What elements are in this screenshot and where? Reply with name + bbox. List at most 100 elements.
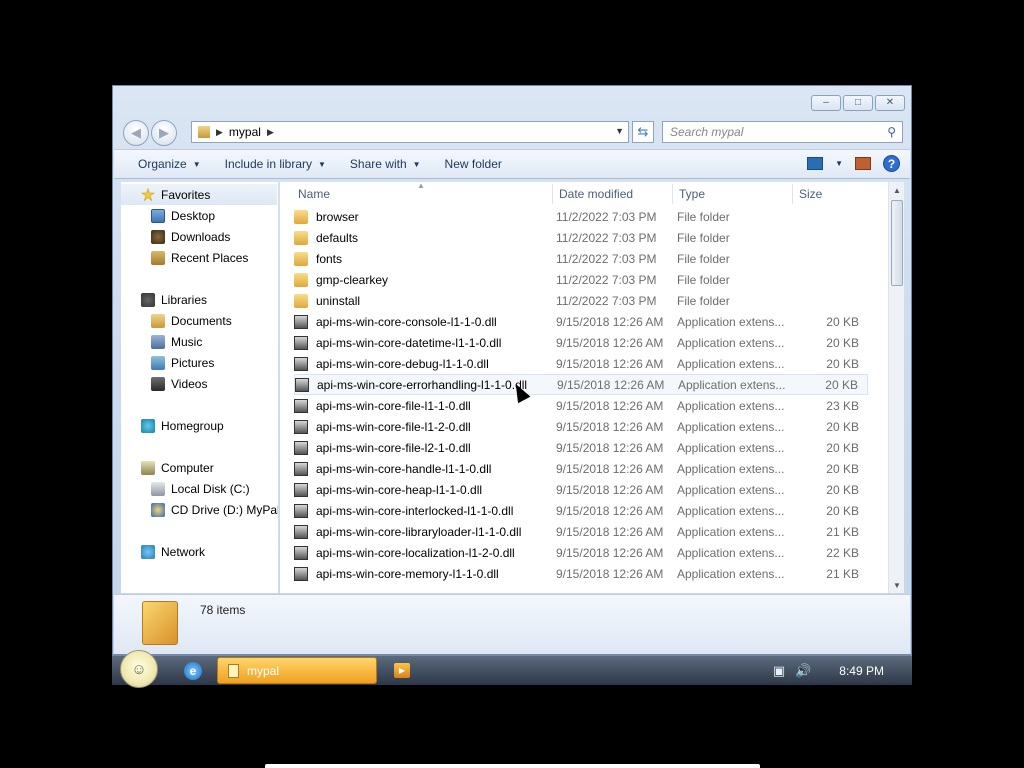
volume-icon[interactable]: 🔊 bbox=[795, 663, 811, 679]
dll-file-icon bbox=[294, 335, 308, 350]
table-row[interactable]: api-ms-win-core-file-l2-1-0.dll 9/15/2018… bbox=[294, 437, 868, 458]
chevron-down-icon[interactable]: ▼ bbox=[835, 159, 843, 168]
column-type[interactable]: Type bbox=[679, 187, 705, 201]
file-type: Application extens... bbox=[677, 566, 785, 581]
table-row[interactable]: api-ms-win-core-libraryloader-l1-1-0.dll… bbox=[294, 521, 868, 542]
file-date: 11/2/2022 7:03 PM bbox=[556, 209, 657, 224]
nav-label: Homegroup bbox=[161, 418, 224, 433]
table-row[interactable]: api-ms-win-core-heap-l1-1-0.dll 9/15/2018… bbox=[294, 479, 868, 500]
address-dropdown-icon[interactable]: ▼ bbox=[615, 126, 624, 136]
nav-videos[interactable]: Videos bbox=[151, 373, 207, 394]
nav-label: Libraries bbox=[161, 292, 208, 307]
table-row[interactable]: uninstall 11/2/2022 7:03 PM File folder bbox=[294, 290, 868, 311]
nav-pictures[interactable]: Pictures bbox=[151, 352, 214, 373]
file-name: defaults bbox=[316, 230, 359, 245]
column-size[interactable]: Size bbox=[799, 187, 822, 201]
restore-button[interactable]: □ bbox=[843, 95, 873, 111]
file-type: Application extens... bbox=[677, 482, 785, 497]
back-button[interactable]: ◀ bbox=[123, 120, 149, 146]
preview-pane-icon[interactable] bbox=[855, 157, 871, 170]
dll-file-icon bbox=[294, 440, 308, 455]
minimize-button[interactable]: – bbox=[811, 95, 841, 111]
help-icon[interactable]: ? bbox=[883, 155, 900, 172]
scrollbar-thumb[interactable] bbox=[891, 200, 903, 286]
table-row[interactable]: api-ms-win-core-debug-l1-1-0.dll 9/15/201… bbox=[294, 353, 868, 374]
network-tray-icon[interactable]: ▣ bbox=[773, 663, 785, 679]
table-row[interactable]: fonts 11/2/2022 7:03 PM File folder bbox=[294, 248, 868, 269]
breadcrumb-mypal[interactable]: mypal bbox=[229, 125, 261, 139]
internet-explorer-icon[interactable]: e bbox=[184, 662, 202, 680]
include-in-library-button[interactable]: Include in library ▼ bbox=[225, 157, 326, 171]
address-row: ◀ ▶ ▶ mypal ▶ ▼ ⇆ Search mypal ⚲ bbox=[121, 119, 905, 146]
file-date: 9/15/2018 12:26 AM bbox=[556, 356, 664, 371]
title-bar[interactable]: – □ ✕ bbox=[113, 86, 911, 118]
column-divider[interactable] bbox=[552, 184, 553, 204]
scroll-down-icon[interactable]: ▼ bbox=[889, 577, 905, 593]
media-player-icon[interactable]: ▶ bbox=[394, 663, 410, 678]
file-type: Application extens... bbox=[677, 545, 785, 560]
folder-icon bbox=[294, 230, 308, 245]
share-with-button[interactable]: Share with ▼ bbox=[350, 157, 421, 171]
column-divider[interactable] bbox=[792, 184, 793, 204]
change-view-icon[interactable] bbox=[807, 157, 824, 170]
close-button[interactable]: ✕ bbox=[875, 95, 905, 111]
nav-local-disk[interactable]: Local Disk (C:) bbox=[151, 478, 250, 499]
file-name: api-ms-win-core-localization-l1-2-0.dll bbox=[316, 545, 515, 560]
new-folder-button[interactable]: New folder bbox=[445, 157, 502, 171]
file-date: 9/15/2018 12:26 AM bbox=[556, 566, 664, 581]
search-input[interactable]: Search mypal ⚲ bbox=[662, 121, 903, 143]
sort-ascending-icon: ▲ bbox=[417, 182, 425, 190]
column-name[interactable]: Name bbox=[298, 187, 330, 201]
table-row[interactable]: defaults 11/2/2022 7:03 PM File folder bbox=[294, 227, 868, 248]
file-date: 9/15/2018 12:26 AM bbox=[556, 419, 664, 434]
breadcrumb-separator-icon: ▶ bbox=[266, 126, 274, 137]
address-bar[interactable]: ▶ mypal ▶ ▼ bbox=[191, 121, 629, 143]
nav-libraries[interactable]: Libraries bbox=[141, 289, 207, 310]
table-row[interactable]: api-ms-win-core-handle-l1-1-0.dll 9/15/20… bbox=[294, 458, 868, 479]
file-type: File folder bbox=[677, 230, 730, 245]
command-bar: Organize ▼ Include in library ▼ Share with… bbox=[114, 149, 910, 179]
table-row[interactable]: browser 11/2/2022 7:03 PM File folder bbox=[294, 206, 868, 227]
forward-arrow-icon: ▶ bbox=[159, 125, 169, 140]
column-divider[interactable] bbox=[672, 184, 673, 204]
nav-downloads[interactable]: Downloads bbox=[151, 226, 230, 247]
file-date: 11/2/2022 7:03 PM bbox=[556, 272, 657, 287]
restore-icon: □ bbox=[854, 97, 862, 108]
nav-favorites[interactable]: Favorites bbox=[121, 184, 277, 205]
minimize-icon: – bbox=[823, 97, 829, 108]
vertical-scrollbar[interactable]: ▲ ▼ bbox=[888, 182, 904, 593]
taskbar-item-mypal[interactable]: mypal bbox=[217, 657, 377, 684]
forward-button[interactable]: ▶ bbox=[151, 120, 177, 146]
nav-label: Documents bbox=[171, 313, 232, 328]
nav-network[interactable]: Network bbox=[141, 541, 205, 562]
file-type: File folder bbox=[677, 293, 730, 308]
column-date-modified[interactable]: Date modified bbox=[559, 187, 633, 201]
nav-music[interactable]: Music bbox=[151, 331, 202, 352]
nav-desktop[interactable]: Desktop bbox=[151, 205, 215, 226]
table-row[interactable]: api-ms-win-core-file-l1-1-0.dll 9/15/2018… bbox=[294, 395, 868, 416]
table-row[interactable]: api-ms-win-core-localization-l1-2-0.dll 9… bbox=[294, 542, 868, 563]
nav-label: Downloads bbox=[171, 229, 231, 244]
nav-recent-places[interactable]: Recent Places bbox=[151, 247, 248, 268]
nav-cd-drive[interactable]: CD Drive (D:) MyPal bbox=[151, 499, 278, 520]
table-row[interactable]: api-ms-win-core-errorhandling-l1-1-0.dll… bbox=[294, 374, 868, 395]
table-row[interactable]: gmp-clearkey 11/2/2022 7:03 PM File folder bbox=[294, 269, 868, 290]
file-name: api-ms-win-core-libraryloader-l1-1-0.dll bbox=[316, 524, 522, 539]
table-row[interactable]: api-ms-win-core-file-l1-2-0.dll 9/15/2018… bbox=[294, 416, 868, 437]
scroll-up-icon[interactable]: ▲ bbox=[889, 182, 905, 198]
table-row[interactable]: api-ms-win-core-datetime-l1-1-0.dll 9/15/… bbox=[294, 332, 868, 353]
nav-documents[interactable]: Documents bbox=[151, 310, 232, 331]
table-row[interactable]: api-ms-win-core-memory-l1-1-0.dll 9/15/20… bbox=[294, 563, 868, 584]
file-type: Application extens... bbox=[677, 419, 785, 434]
table-row[interactable]: api-ms-win-core-interlocked-l1-1-0.dll 9/… bbox=[294, 500, 868, 521]
file-name: uninstall bbox=[316, 293, 361, 308]
nav-homegroup[interactable]: Homegroup bbox=[141, 415, 224, 436]
file-type: Application extens... bbox=[677, 461, 785, 476]
search-icon[interactable]: ⚲ bbox=[887, 125, 896, 139]
clock[interactable]: 8:49 PM bbox=[839, 664, 884, 678]
start-button[interactable]: ☺ bbox=[120, 650, 158, 688]
refresh-button[interactable]: ⇆ bbox=[632, 121, 654, 143]
organize-button[interactable]: Organize ▼ bbox=[138, 157, 201, 171]
table-row[interactable]: api-ms-win-core-console-l1-1-0.dll 9/15/2… bbox=[294, 311, 868, 332]
nav-computer[interactable]: Computer bbox=[141, 457, 214, 478]
